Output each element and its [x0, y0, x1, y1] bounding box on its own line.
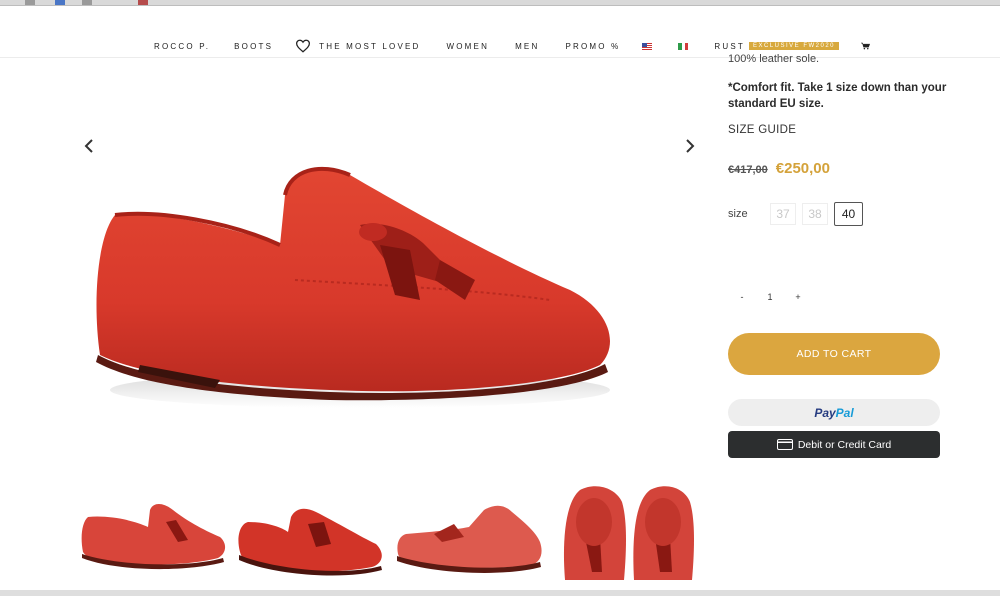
browser-tab-icon[interactable]	[55, 0, 65, 5]
quantity-stepper: - 1 +	[728, 292, 812, 302]
nav-item-women[interactable]: WOMEN	[447, 42, 490, 51]
quantity-decrease-button[interactable]: -	[728, 292, 756, 302]
nav-item-promo[interactable]: PROMO %	[565, 42, 620, 51]
nav-item-rocco-p[interactable]: ROCCO P.	[154, 42, 210, 51]
exclusive-badge: EXCLUSIVE FW2020	[749, 42, 840, 50]
thumbnail-4[interactable]	[560, 482, 710, 580]
quantity-value[interactable]: 1	[756, 292, 784, 302]
paypal-logo-pal: Pal	[835, 405, 854, 420]
browser-tab-icon[interactable]	[25, 0, 35, 5]
size-option[interactable]: 37	[770, 203, 796, 225]
nav-item-boots[interactable]: BOOTS	[234, 42, 273, 51]
thumbnail-2[interactable]	[236, 482, 386, 580]
paypal-logo-pay: Pay	[814, 405, 836, 420]
main-product-image	[96, 166, 610, 408]
price-sale: €250,00	[775, 160, 830, 177]
quantity-increase-button[interactable]: +	[784, 292, 812, 302]
credit-card-icon	[776, 439, 793, 450]
product-details: 100% leather sole. *Comfort fit. Take 1 …	[728, 54, 946, 458]
nav-item-most-loved[interactable]: THE MOST LOVED	[319, 42, 420, 51]
price-row: €417,00 €250,00	[728, 160, 830, 177]
size-guide-link[interactable]: SIZE GUIDE	[728, 124, 796, 136]
nav-item-men[interactable]: MEN	[515, 42, 539, 51]
product-description: 100% leather sole.	[728, 54, 820, 64]
heart-icon[interactable]	[295, 39, 311, 53]
paypal-button[interactable]: Pay Pal	[728, 399, 940, 426]
add-to-cart-button[interactable]: ADD TO CART	[728, 333, 940, 375]
thumbnail-1[interactable]	[78, 482, 228, 580]
chevron-right-icon	[686, 139, 695, 153]
nav-menu: ROCCO P. BOOTS THE MOST LOVED WOMEN MEN …	[154, 39, 871, 53]
flag-us-icon[interactable]	[642, 42, 653, 50]
comfort-note: *Comfort fit. Take 1 size down than your…	[728, 82, 947, 110]
cart-icon[interactable]	[861, 42, 871, 50]
flag-it-icon[interactable]	[678, 42, 689, 50]
thumbnail-3[interactable]	[394, 482, 544, 580]
main-navigation: ROCCO P. BOOTS THE MOST LOVED WOMEN MEN …	[0, 6, 1000, 58]
card-button-label: Debit or Credit Card	[797, 438, 892, 451]
size-option-selected[interactable]: 40	[834, 202, 863, 226]
size-label: size	[728, 208, 748, 220]
browser-tab-icon[interactable]	[82, 0, 92, 5]
nav-item-rust[interactable]: RUST	[714, 42, 745, 51]
bottom-scroll-strip	[0, 590, 1000, 596]
size-selector: size 37 38 40	[728, 202, 869, 226]
price-old: €417,00	[728, 164, 768, 176]
debit-credit-card-button[interactable]: Debit or Credit Card	[728, 431, 940, 458]
size-option[interactable]: 38	[802, 203, 828, 225]
gallery-next-button[interactable]	[683, 137, 697, 155]
browser-tab-icon[interactable]	[138, 0, 148, 5]
